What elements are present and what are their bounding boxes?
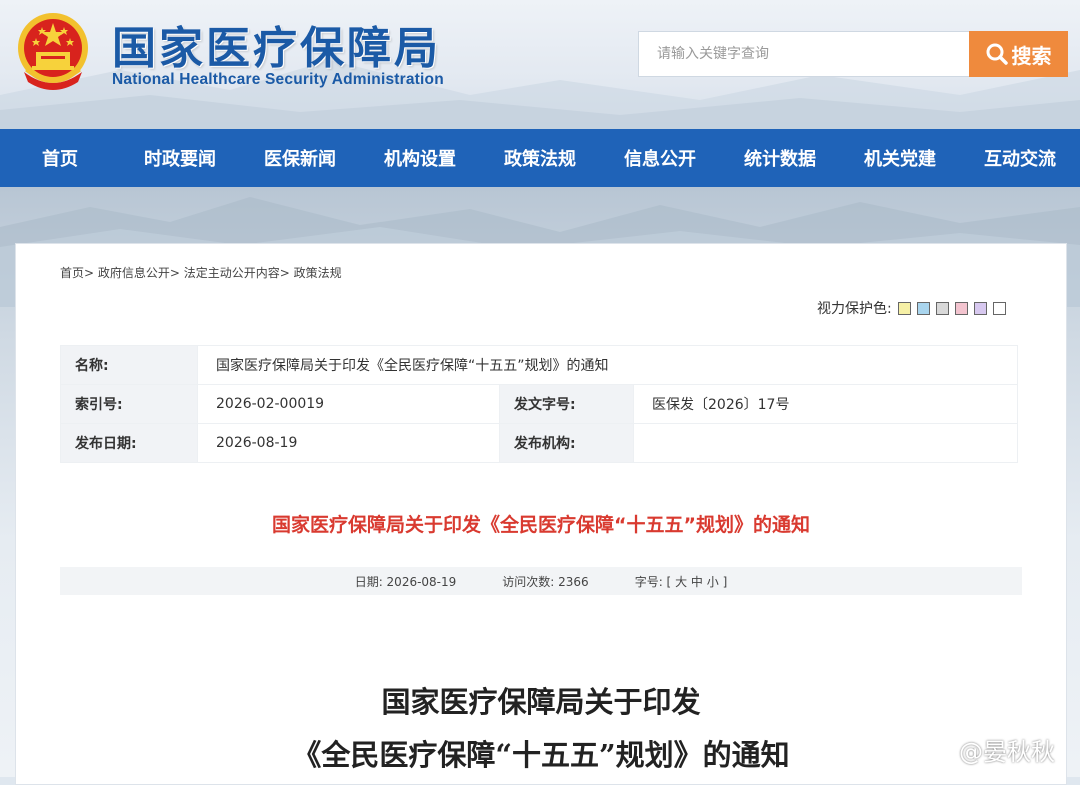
nav-item-organization[interactable]: 机构设置 (360, 129, 480, 187)
meta-date-label: 发布日期: (60, 423, 198, 463)
swatch-white[interactable] (992, 301, 1006, 315)
document-title-line2: 《全民医疗保障“十五五”规划》的通知 (292, 738, 790, 772)
nav-item-news[interactable]: 医保新闻 (240, 129, 360, 187)
document-title-line1: 国家医疗保障局关于印发 (381, 685, 701, 719)
article-visits: 访问次数: 2366 (502, 574, 589, 589)
content-card: 首页> 政府信息公开> 法定主动公开内容> 政策法规 视力保护色: 名称: 国家… (15, 243, 1067, 785)
search-button-label: 搜索 (1011, 43, 1052, 68)
breadcrumb-disclosure[interactable]: 法定主动公开内容> (184, 266, 290, 280)
swatch-purple[interactable] (973, 301, 987, 315)
meta-name-label: 名称: (60, 345, 198, 385)
breadcrumb-gov-info[interactable]: 政府信息公开> (98, 266, 180, 280)
table-row: 索引号: 2026-02-00019 发文字号: 医保发〔2026〕17号 (60, 384, 1018, 424)
nav-item-statistics[interactable]: 统计数据 (720, 129, 840, 187)
search-input[interactable] (638, 31, 969, 77)
eye-protection-label: 视力保护色: (817, 301, 892, 317)
meta-index-value: 2026-02-00019 (197, 384, 500, 424)
eye-protection-selector: 视力保护色: (817, 298, 1006, 318)
document-title: 国家医疗保障局关于印发 《全民医疗保障“十五五”规划》的通知 (16, 676, 1066, 782)
swatch-blue[interactable] (916, 301, 930, 315)
breadcrumb: 首页> 政府信息公开> 法定主动公开内容> 政策法规 (60, 264, 342, 281)
font-size-large[interactable]: 大 (675, 575, 687, 589)
font-size-end: ] (722, 574, 728, 589)
font-size-medium[interactable]: 中 (691, 575, 703, 589)
swatch-yellow[interactable] (897, 301, 911, 315)
breadcrumb-home[interactable]: 首页> (60, 266, 94, 280)
document-meta-table: 名称: 国家医疗保障局关于印发《全民医疗保障“十五五”规划》的通知 索引号: 2… (60, 345, 1018, 463)
font-size-label: 字号: [ (634, 574, 672, 589)
meta-org-label: 发布机构: (499, 423, 634, 463)
weibo-icon (922, 739, 953, 762)
meta-date-value: 2026-08-19 (197, 423, 500, 463)
nav-item-party[interactable]: 机关党建 (840, 129, 960, 187)
meta-org-value (633, 423, 1018, 463)
article-date: 日期: 2026-08-19 (354, 574, 457, 589)
nav-item-policies[interactable]: 政策法规 (480, 129, 600, 187)
swatch-pink[interactable] (954, 301, 968, 315)
font-size-small[interactable]: 小 (707, 575, 719, 589)
weibo-watermark: @晏秋秋 (921, 732, 1055, 767)
site-title: 国家医疗保障局 (112, 23, 441, 74)
table-row: 名称: 国家医疗保障局关于印发《全民医疗保障“十五五”规划》的通知 (60, 345, 1018, 385)
swatch-gray[interactable] (935, 301, 949, 315)
nav-item-home[interactable]: 首页 (0, 129, 120, 187)
table-row: 发布日期: 2026-08-19 发布机构: (60, 423, 1018, 463)
watermark-text: @晏秋秋 (959, 738, 1055, 766)
meta-index-label: 索引号: (60, 384, 198, 424)
nav-item-current-affairs[interactable]: 时政要闻 (120, 129, 240, 187)
article-headline: 国家医疗保障局关于印发《全民医疗保障“十五五”规划》的通知 (272, 514, 810, 536)
font-size-control: 字号: [ 大 中 小 ] (635, 573, 728, 590)
nav-item-disclosure[interactable]: 信息公开 (600, 129, 720, 187)
site-header: 国家医疗保障局 National Healthcare Security Adm… (0, 0, 1080, 129)
main-nav: 首页 时政要闻 医保新闻 机构设置 政策法规 信息公开 统计数据 机关党建 互动… (0, 129, 1080, 187)
meta-docno-value: 医保发〔2026〕17号 (633, 384, 1018, 424)
search-icon (986, 43, 1008, 65)
site-subtitle: National Healthcare Security Administrat… (112, 71, 444, 88)
meta-docno-label: 发文字号: (499, 384, 634, 424)
national-emblem-icon (18, 13, 88, 90)
breadcrumb-policies[interactable]: 政策法规 (294, 266, 342, 280)
article-info-bar: 日期: 2026-08-19 访问次数: 2366 字号: [ 大 中 小 ] (60, 567, 1022, 595)
nav-item-interaction[interactable]: 互动交流 (960, 129, 1080, 187)
search-button[interactable]: 搜索 (969, 31, 1068, 77)
meta-name-value: 国家医疗保障局关于印发《全民医疗保障“十五五”规划》的通知 (197, 345, 1018, 385)
